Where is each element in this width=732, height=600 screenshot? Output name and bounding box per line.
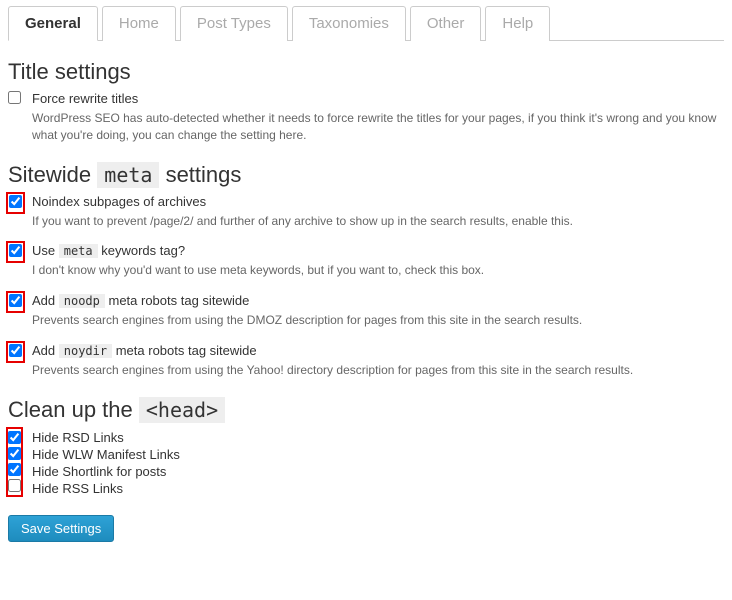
label-meta-keywords-code: meta: [59, 244, 98, 258]
label-noodp-post: meta robots tag sitewide: [105, 293, 250, 308]
label-noodp-pre: Add: [32, 293, 59, 308]
section-cleanup-pre: Clean up the: [8, 397, 139, 422]
checkbox-hide-rsd[interactable]: [8, 431, 21, 444]
tabs: General Home Post Types Taxonomies Other…: [8, 5, 724, 41]
label-noodp-code: noodp: [59, 294, 105, 308]
desc-force-rewrite: WordPress SEO has auto-detected whether …: [32, 110, 724, 144]
checkbox-noindex-subpages[interactable]: [9, 195, 22, 208]
tab-home[interactable]: Home: [102, 6, 176, 41]
cleanup-block: Hide RSD Links Hide WLW Manifest Links H…: [8, 429, 724, 497]
checkbox-hide-wlw[interactable]: [8, 447, 21, 460]
desc-noydir: Prevents search engines from using the Y…: [32, 362, 724, 379]
label-noodp: Add noodp meta robots tag sitewide: [32, 293, 724, 308]
label-noydir: Add noydir meta robots tag sitewide: [32, 343, 724, 358]
checkbox-hide-shortlink[interactable]: [8, 463, 21, 476]
desc-meta-keywords: I don't know why you'd want to use meta …: [32, 262, 724, 279]
tab-other[interactable]: Other: [410, 6, 482, 41]
save-settings-button[interactable]: Save Settings: [8, 515, 114, 542]
label-hide-wlw: Hide WLW Manifest Links: [32, 446, 724, 463]
label-hide-shortlink: Hide Shortlink for posts: [32, 463, 724, 480]
section-cleanup-head: Clean up the <head>: [8, 397, 724, 423]
desc-noindex-subpages: If you want to prevent /page/2/ and furt…: [32, 213, 724, 230]
tab-help[interactable]: Help: [485, 6, 550, 41]
cleanup-highlight: [6, 427, 23, 497]
label-noindex-subpages: Noindex subpages of archives: [32, 194, 724, 209]
label-noydir-post: meta robots tag sitewide: [112, 343, 257, 358]
desc-noodp: Prevents search engines from using the D…: [32, 312, 724, 329]
section-sitewide-pre: Sitewide: [8, 162, 97, 187]
checkbox-noydir[interactable]: [9, 344, 22, 357]
checkbox-hide-rss[interactable]: [8, 479, 21, 492]
checkbox-noodp-wrap: [6, 291, 25, 313]
label-meta-keywords-pre: Use: [32, 243, 59, 258]
section-title-settings: Title settings: [8, 59, 724, 85]
label-noydir-code: noydir: [59, 344, 112, 358]
checkbox-noodp[interactable]: [9, 294, 22, 307]
tab-taxonomies[interactable]: Taxonomies: [292, 6, 406, 41]
label-noydir-pre: Add: [32, 343, 59, 358]
label-meta-keywords-post: keywords tag?: [98, 243, 185, 258]
label-force-rewrite: Force rewrite titles: [32, 91, 724, 106]
checkbox-meta-keywords[interactable]: [9, 244, 22, 257]
section-sitewide-meta: Sitewide meta settings: [8, 162, 724, 188]
tab-general[interactable]: General: [8, 6, 98, 41]
section-sitewide-post: settings: [159, 162, 241, 187]
label-meta-keywords: Use meta keywords tag?: [32, 243, 724, 258]
section-sitewide-code: meta: [97, 162, 159, 188]
checkbox-force-rewrite-wrap: [8, 91, 21, 107]
label-hide-rsd: Hide RSD Links: [32, 429, 724, 446]
checkbox-noindex-wrap: [6, 192, 25, 214]
checkbox-meta-keywords-wrap: [6, 241, 25, 263]
label-hide-rss: Hide RSS Links: [32, 480, 724, 497]
section-cleanup-code: <head>: [139, 397, 225, 423]
checkbox-force-rewrite[interactable]: [8, 91, 21, 104]
checkbox-noydir-wrap: [6, 341, 25, 363]
tab-post-types[interactable]: Post Types: [180, 6, 288, 41]
